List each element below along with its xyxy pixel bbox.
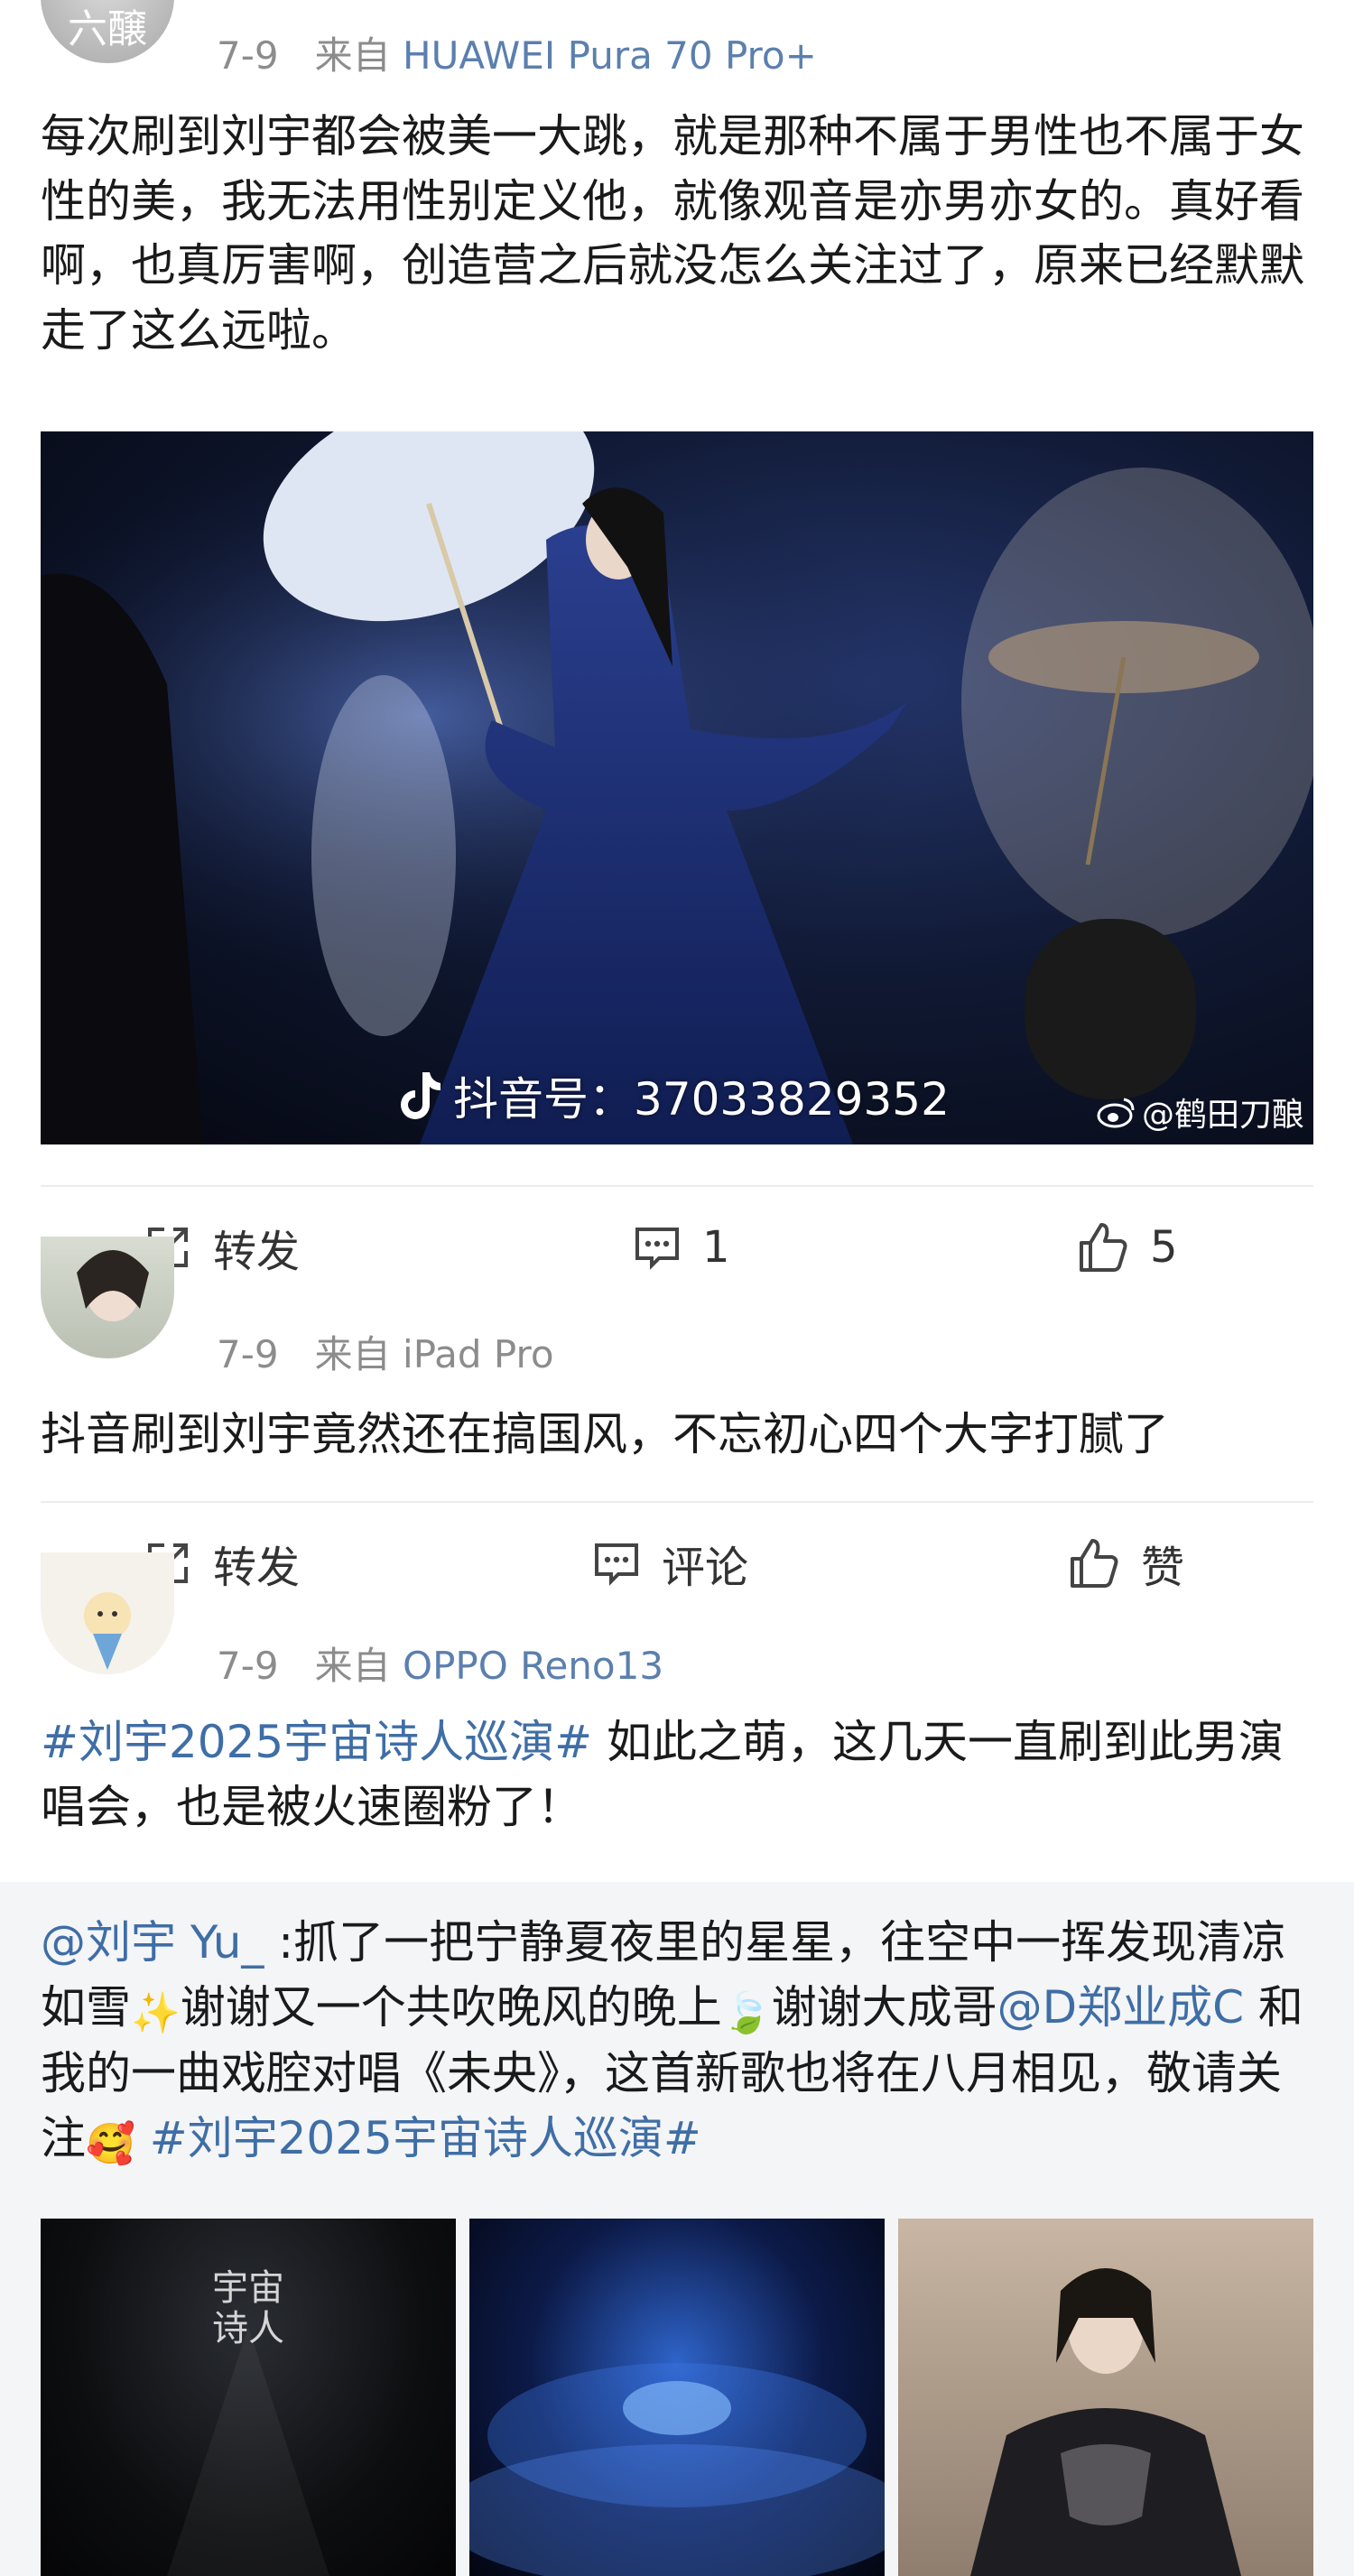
like-button[interactable]: 5: [1076, 1219, 1178, 1276]
like-count: 5: [1150, 1222, 1178, 1273]
sparkles-emoji-icon: ✨: [131, 1989, 181, 2036]
post-text: 抖音刷到刘宇竟然还在搞国风，不忘初心四个大字打腻了: [41, 1408, 1169, 1460]
svg-text:六醸: 六醸: [68, 6, 147, 52]
tiktok-icon: [401, 1072, 441, 1119]
comment-icon: [635, 1228, 679, 1270]
comment-button[interactable]: 1: [632, 1219, 730, 1276]
topic-link[interactable]: #刘宇2025宇宙诗人巡演#: [135, 2112, 701, 2164]
weibo-watermark-text: @鹤田刀酿: [1141, 1097, 1304, 1134]
performer-photo-illustration: [970, 2268, 1241, 2576]
repost-image-thumbnail[interactable]: [898, 2219, 1313, 2576]
repost-image-thumbnail[interactable]: 宇宙 诗人: [41, 2219, 456, 2576]
like-icon: [1071, 1539, 1118, 1588]
douyin-id-text: 抖音号：37033829352: [453, 1073, 950, 1126]
post-date: 7-9: [217, 1332, 279, 1376]
leaf-emoji-icon: 🍃: [721, 1989, 772, 2036]
divider: [41, 1501, 1313, 1503]
concert-poster-illustration: 宇宙 诗人: [167, 2267, 329, 2576]
device-source[interactable]: iPad Pro: [403, 1332, 554, 1376]
from-label: 来自: [314, 1332, 391, 1376]
like-label: 赞: [1141, 1543, 1185, 1593]
repost-text-part: 谢谢又一个共吹晚风的晚上: [180, 1980, 722, 2034]
post-text: #刘宇2025宇宙诗人巡演# 如此之萌，这几天一直刷到此男演唱会，也是被火速圈粉…: [41, 1710, 1313, 1839]
post-meta: 7-9 来自 OPPO Reno13: [217, 1635, 663, 1691]
repost-text-part: 谢谢大成哥: [771, 1980, 997, 2034]
like-icon: [1080, 1223, 1127, 1272]
comment-icon: [595, 1543, 638, 1586]
comment-label: 评论: [662, 1543, 749, 1593]
post-meta: 7-9 来自 iPad Pro: [217, 1324, 554, 1379]
mention-link[interactable]: @D郑业成C: [997, 1981, 1244, 2034]
repost-label: 转发: [213, 1227, 301, 1277]
device-source[interactable]: HUAWEI Pura 70 Pro+: [403, 33, 817, 78]
concert-arena-illustration: [469, 2363, 885, 2576]
device-source[interactable]: OPPO Reno13: [403, 1644, 663, 1688]
comment-button[interactable]: 评论: [591, 1534, 749, 1593]
comment-count: 1: [702, 1222, 730, 1273]
post-text: 每次刷到刘宇都会被美一大跳，就是那种不属于男性也不属于女性的美，我无法用性别定义…: [41, 110, 1304, 357]
image-watermark-right: @鹤田刀酿: [1097, 1089, 1304, 1135]
repost-text: @刘宇 Yu_ :抓了一把宁静夏夜里的星星，往空中一挥发现清凉如雪✨谢谢又一个共…: [41, 1911, 1313, 2173]
avatar[interactable]: [41, 1237, 174, 1358]
mention-link[interactable]: @刘宇 Yu_: [41, 1916, 264, 1969]
post-date: 7-9: [217, 1644, 279, 1688]
svg-text:宇宙: 宇宙: [212, 2267, 284, 2309]
topic-link[interactable]: #刘宇2025宇宙诗人巡演#: [41, 1716, 592, 1768]
smiling-emoji-icon: 🥰: [86, 2120, 135, 2167]
avatar-logo-icon: 六醸: [68, 6, 147, 52]
divider: [41, 1185, 1313, 1187]
from-label: 来自: [314, 1644, 391, 1688]
avatar-portrait-icon: [77, 1250, 149, 1321]
weibo-icon: [1097, 1098, 1135, 1128]
avatar[interactable]: 六醸: [41, 0, 174, 63]
like-button[interactable]: 赞: [1067, 1534, 1185, 1593]
image-watermark-left: 抖音号：37033829352: [397, 1063, 950, 1128]
stage-performance-illustration: [41, 431, 1313, 1144]
avatar-cartoon-icon: [84, 1592, 131, 1670]
post-date: 7-9: [217, 33, 279, 78]
repost-label: 转发: [213, 1543, 301, 1593]
post-image[interactable]: 抖音号：37033829352 @鹤田刀酿: [41, 431, 1313, 1144]
from-label: 来自: [314, 33, 391, 78]
repost-image-thumbnail[interactable]: [469, 2219, 885, 2576]
avatar[interactable]: [41, 1552, 174, 1674]
post-meta: 7-9 来自 HUAWEI Pura 70 Pro+: [217, 25, 817, 80]
